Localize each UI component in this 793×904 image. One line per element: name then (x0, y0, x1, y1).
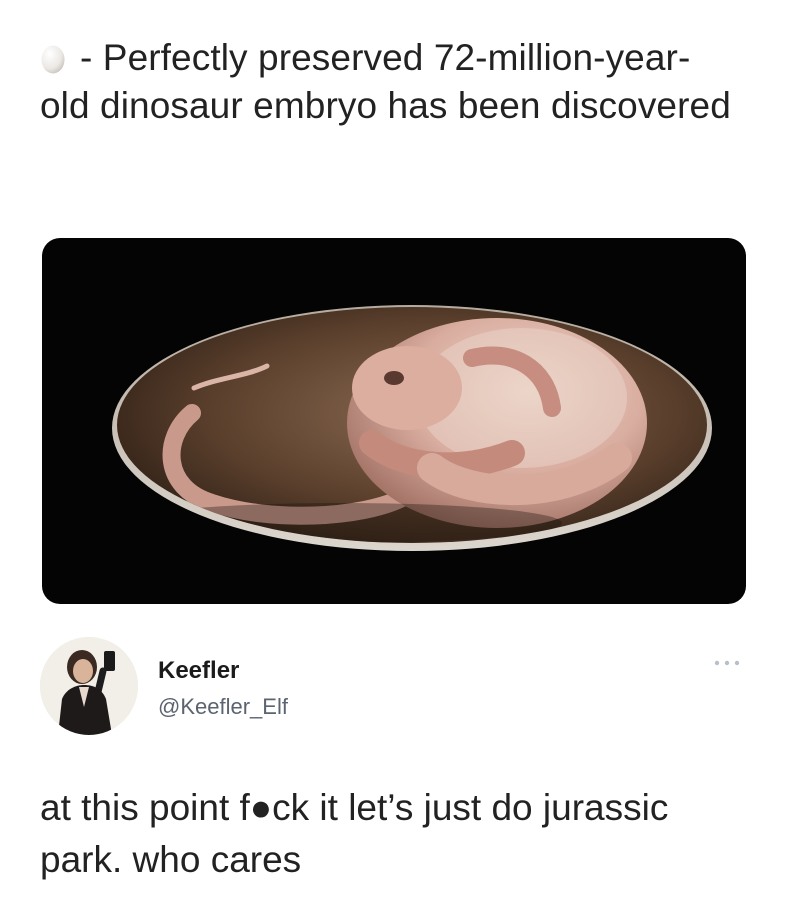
quoted-post-text-block: - Perfectly preserved 72-million-year-ol… (40, 34, 740, 130)
tweet-text: at this point f●ck it let’s just do jura… (40, 787, 669, 880)
person-taking-mirror-selfie-avatar (40, 637, 138, 735)
embryo-illustration (112, 305, 712, 551)
egg-icon (41, 45, 65, 74)
tweet-author-row: Keefler @Keefler_Elf (40, 637, 760, 737)
author-display-name[interactable]: Keefler (158, 657, 239, 685)
author-handle[interactable]: @Keefler_Elf (158, 694, 288, 720)
more-options-icon[interactable] (712, 657, 742, 669)
avatar[interactable] (40, 637, 138, 735)
dinosaur-embryo-image[interactable] (42, 238, 746, 604)
quoted-post-text: - Perfectly preserved 72-million-year-ol… (40, 37, 731, 126)
